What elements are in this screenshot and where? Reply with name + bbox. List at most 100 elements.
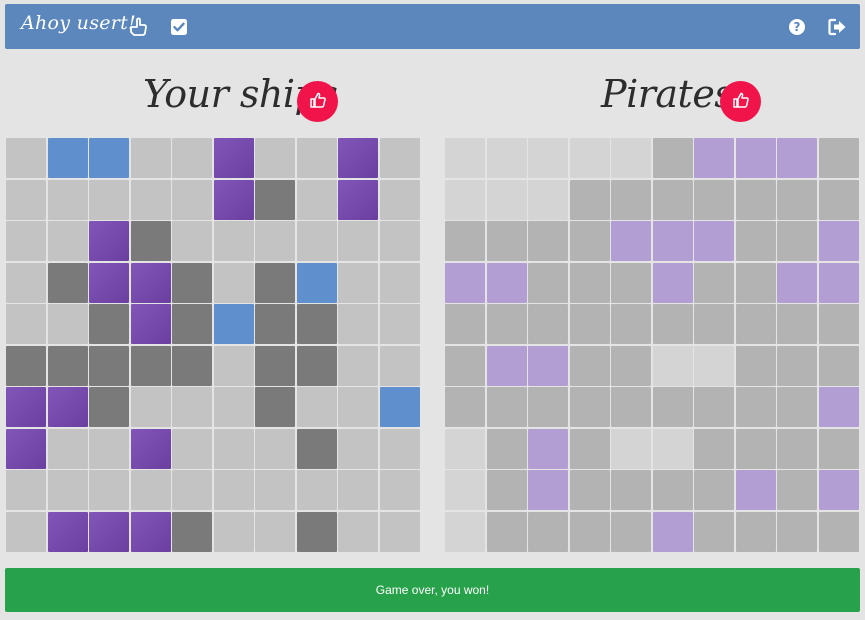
grid-cell-hit[interactable] [777, 262, 817, 303]
grid-cell-hit[interactable] [818, 387, 859, 427]
grid-cell-missed-shot[interactable] [445, 345, 485, 386]
grid-cell-missed-shot[interactable] [569, 179, 610, 220]
grid-cell-missed-shot[interactable] [445, 304, 485, 344]
enemy-board-thumbs-up-button[interactable] [720, 81, 761, 122]
grid-cell-hit[interactable] [528, 470, 568, 510]
grid-cell-unexplored[interactable] [486, 179, 527, 220]
grid-cell-missed-shot[interactable] [445, 387, 485, 427]
checkbox-checked-icon[interactable] [167, 15, 191, 39]
grid-cell-missed-shot[interactable] [818, 304, 859, 344]
grid-cell-unexplored[interactable] [445, 138, 485, 178]
grid-cell-missed-shot[interactable] [735, 387, 776, 427]
grid-cell-missed-shot[interactable] [735, 345, 776, 386]
grid-cell-missed-shot[interactable] [652, 470, 693, 510]
grid-cell-unexplored[interactable] [528, 138, 568, 178]
grid-cell-unexplored[interactable] [611, 138, 651, 178]
own-board-thumbs-up-button[interactable] [297, 81, 338, 122]
grid-cell-missed-shot[interactable] [652, 387, 693, 427]
grid-cell-hit[interactable] [528, 428, 568, 469]
grid-cell-missed-shot[interactable] [611, 470, 651, 510]
grid-cell-missed-shot[interactable] [528, 387, 568, 427]
grid-cell-missed-shot[interactable] [818, 511, 859, 552]
grid-cell-missed-shot[interactable] [694, 428, 734, 469]
grid-cell-missed-shot[interactable] [694, 387, 734, 427]
grid-cell-missed-shot[interactable] [777, 387, 817, 427]
grid-cell-missed-shot[interactable] [486, 304, 527, 344]
grid-cell-missed-shot[interactable] [694, 470, 734, 510]
grid-cell-missed-shot[interactable] [777, 511, 817, 552]
grid-cell-hit[interactable] [694, 221, 734, 261]
grid-cell-hit[interactable] [528, 345, 568, 386]
grid-cell-missed-shot[interactable] [694, 262, 734, 303]
grid-cell-unexplored[interactable] [652, 428, 693, 469]
grid-cell-hit[interactable] [652, 511, 693, 552]
grid-cell-unexplored[interactable] [528, 179, 568, 220]
grid-cell-hit[interactable] [777, 138, 817, 178]
grid-cell-missed-shot[interactable] [569, 304, 610, 344]
grid-cell-unexplored[interactable] [445, 470, 485, 510]
grid-cell-missed-shot[interactable] [735, 511, 776, 552]
grid-cell-missed-shot[interactable] [611, 304, 651, 344]
grid-cell-missed-shot[interactable] [694, 179, 734, 220]
grid-cell-hit[interactable] [486, 262, 527, 303]
grid-cell-unexplored[interactable] [569, 138, 610, 178]
grid-cell-missed-shot[interactable] [569, 345, 610, 386]
grid-cell-missed-shot[interactable] [694, 511, 734, 552]
grid-cell-unexplored[interactable] [445, 428, 485, 469]
grid-cell-missed-shot[interactable] [818, 179, 859, 220]
grid-cell-missed-shot[interactable] [735, 428, 776, 469]
grid-cell-unexplored[interactable] [445, 179, 485, 220]
grid-cell-missed-shot[interactable] [528, 262, 568, 303]
grid-cell-hit[interactable] [735, 138, 776, 178]
grid-cell-missed-shot[interactable] [611, 179, 651, 220]
grid-cell-missed-shot[interactable] [611, 262, 651, 303]
grid-cell-missed-shot[interactable] [652, 138, 693, 178]
grid-cell-missed-shot[interactable] [486, 221, 527, 261]
grid-cell-hit[interactable] [652, 221, 693, 261]
grid-cell-missed-shot[interactable] [777, 179, 817, 220]
grid-cell-hit[interactable] [818, 470, 859, 510]
grid-cell-hit[interactable] [652, 262, 693, 303]
grid-cell-missed-shot[interactable] [528, 511, 568, 552]
grid-cell-missed-shot[interactable] [818, 428, 859, 469]
grid-cell-unexplored[interactable] [611, 428, 651, 469]
grid-cell-missed-shot[interactable] [486, 511, 527, 552]
grid-cell-unexplored[interactable] [486, 138, 527, 178]
grid-cell-hit[interactable] [818, 221, 859, 261]
grid-cell-missed-shot[interactable] [777, 428, 817, 469]
grid-cell-unexplored[interactable] [445, 511, 485, 552]
grid-cell-missed-shot[interactable] [569, 221, 610, 261]
grid-cell-missed-shot[interactable] [652, 179, 693, 220]
enemy-grid[interactable] [445, 138, 859, 552]
grid-cell-missed-shot[interactable] [486, 387, 527, 427]
grid-cell-missed-shot[interactable] [777, 345, 817, 386]
grid-cell-missed-shot[interactable] [777, 304, 817, 344]
grid-cell-missed-shot[interactable] [569, 262, 610, 303]
grid-cell-hit[interactable] [611, 221, 651, 261]
logout-icon[interactable] [826, 15, 850, 39]
grid-cell-missed-shot[interactable] [777, 470, 817, 510]
grid-cell-missed-shot[interactable] [486, 428, 527, 469]
grid-cell-unexplored[interactable] [694, 345, 734, 386]
grid-cell-unexplored[interactable] [652, 345, 693, 386]
grid-cell-missed-shot[interactable] [569, 511, 610, 552]
grid-cell-missed-shot[interactable] [735, 179, 776, 220]
grid-cell-missed-shot[interactable] [486, 470, 527, 510]
help-icon[interactable]: ? [785, 15, 809, 39]
grid-cell-missed-shot[interactable] [528, 221, 568, 261]
grid-cell-hit[interactable] [445, 262, 485, 303]
grid-cell-missed-shot[interactable] [735, 262, 776, 303]
grid-cell-missed-shot[interactable] [569, 470, 610, 510]
grid-cell-hit[interactable] [486, 345, 527, 386]
grid-cell-missed-shot[interactable] [777, 221, 817, 261]
grid-cell-missed-shot[interactable] [735, 221, 776, 261]
grid-cell-missed-shot[interactable] [528, 304, 568, 344]
hand-pointing-icon[interactable] [126, 15, 150, 39]
grid-cell-missed-shot[interactable] [611, 345, 651, 386]
grid-cell-hit[interactable] [694, 138, 734, 178]
grid-cell-missed-shot[interactable] [818, 138, 859, 178]
grid-cell-missed-shot[interactable] [611, 387, 651, 427]
grid-cell-missed-shot[interactable] [735, 304, 776, 344]
grid-cell-missed-shot[interactable] [818, 345, 859, 386]
grid-cell-missed-shot[interactable] [569, 428, 610, 469]
